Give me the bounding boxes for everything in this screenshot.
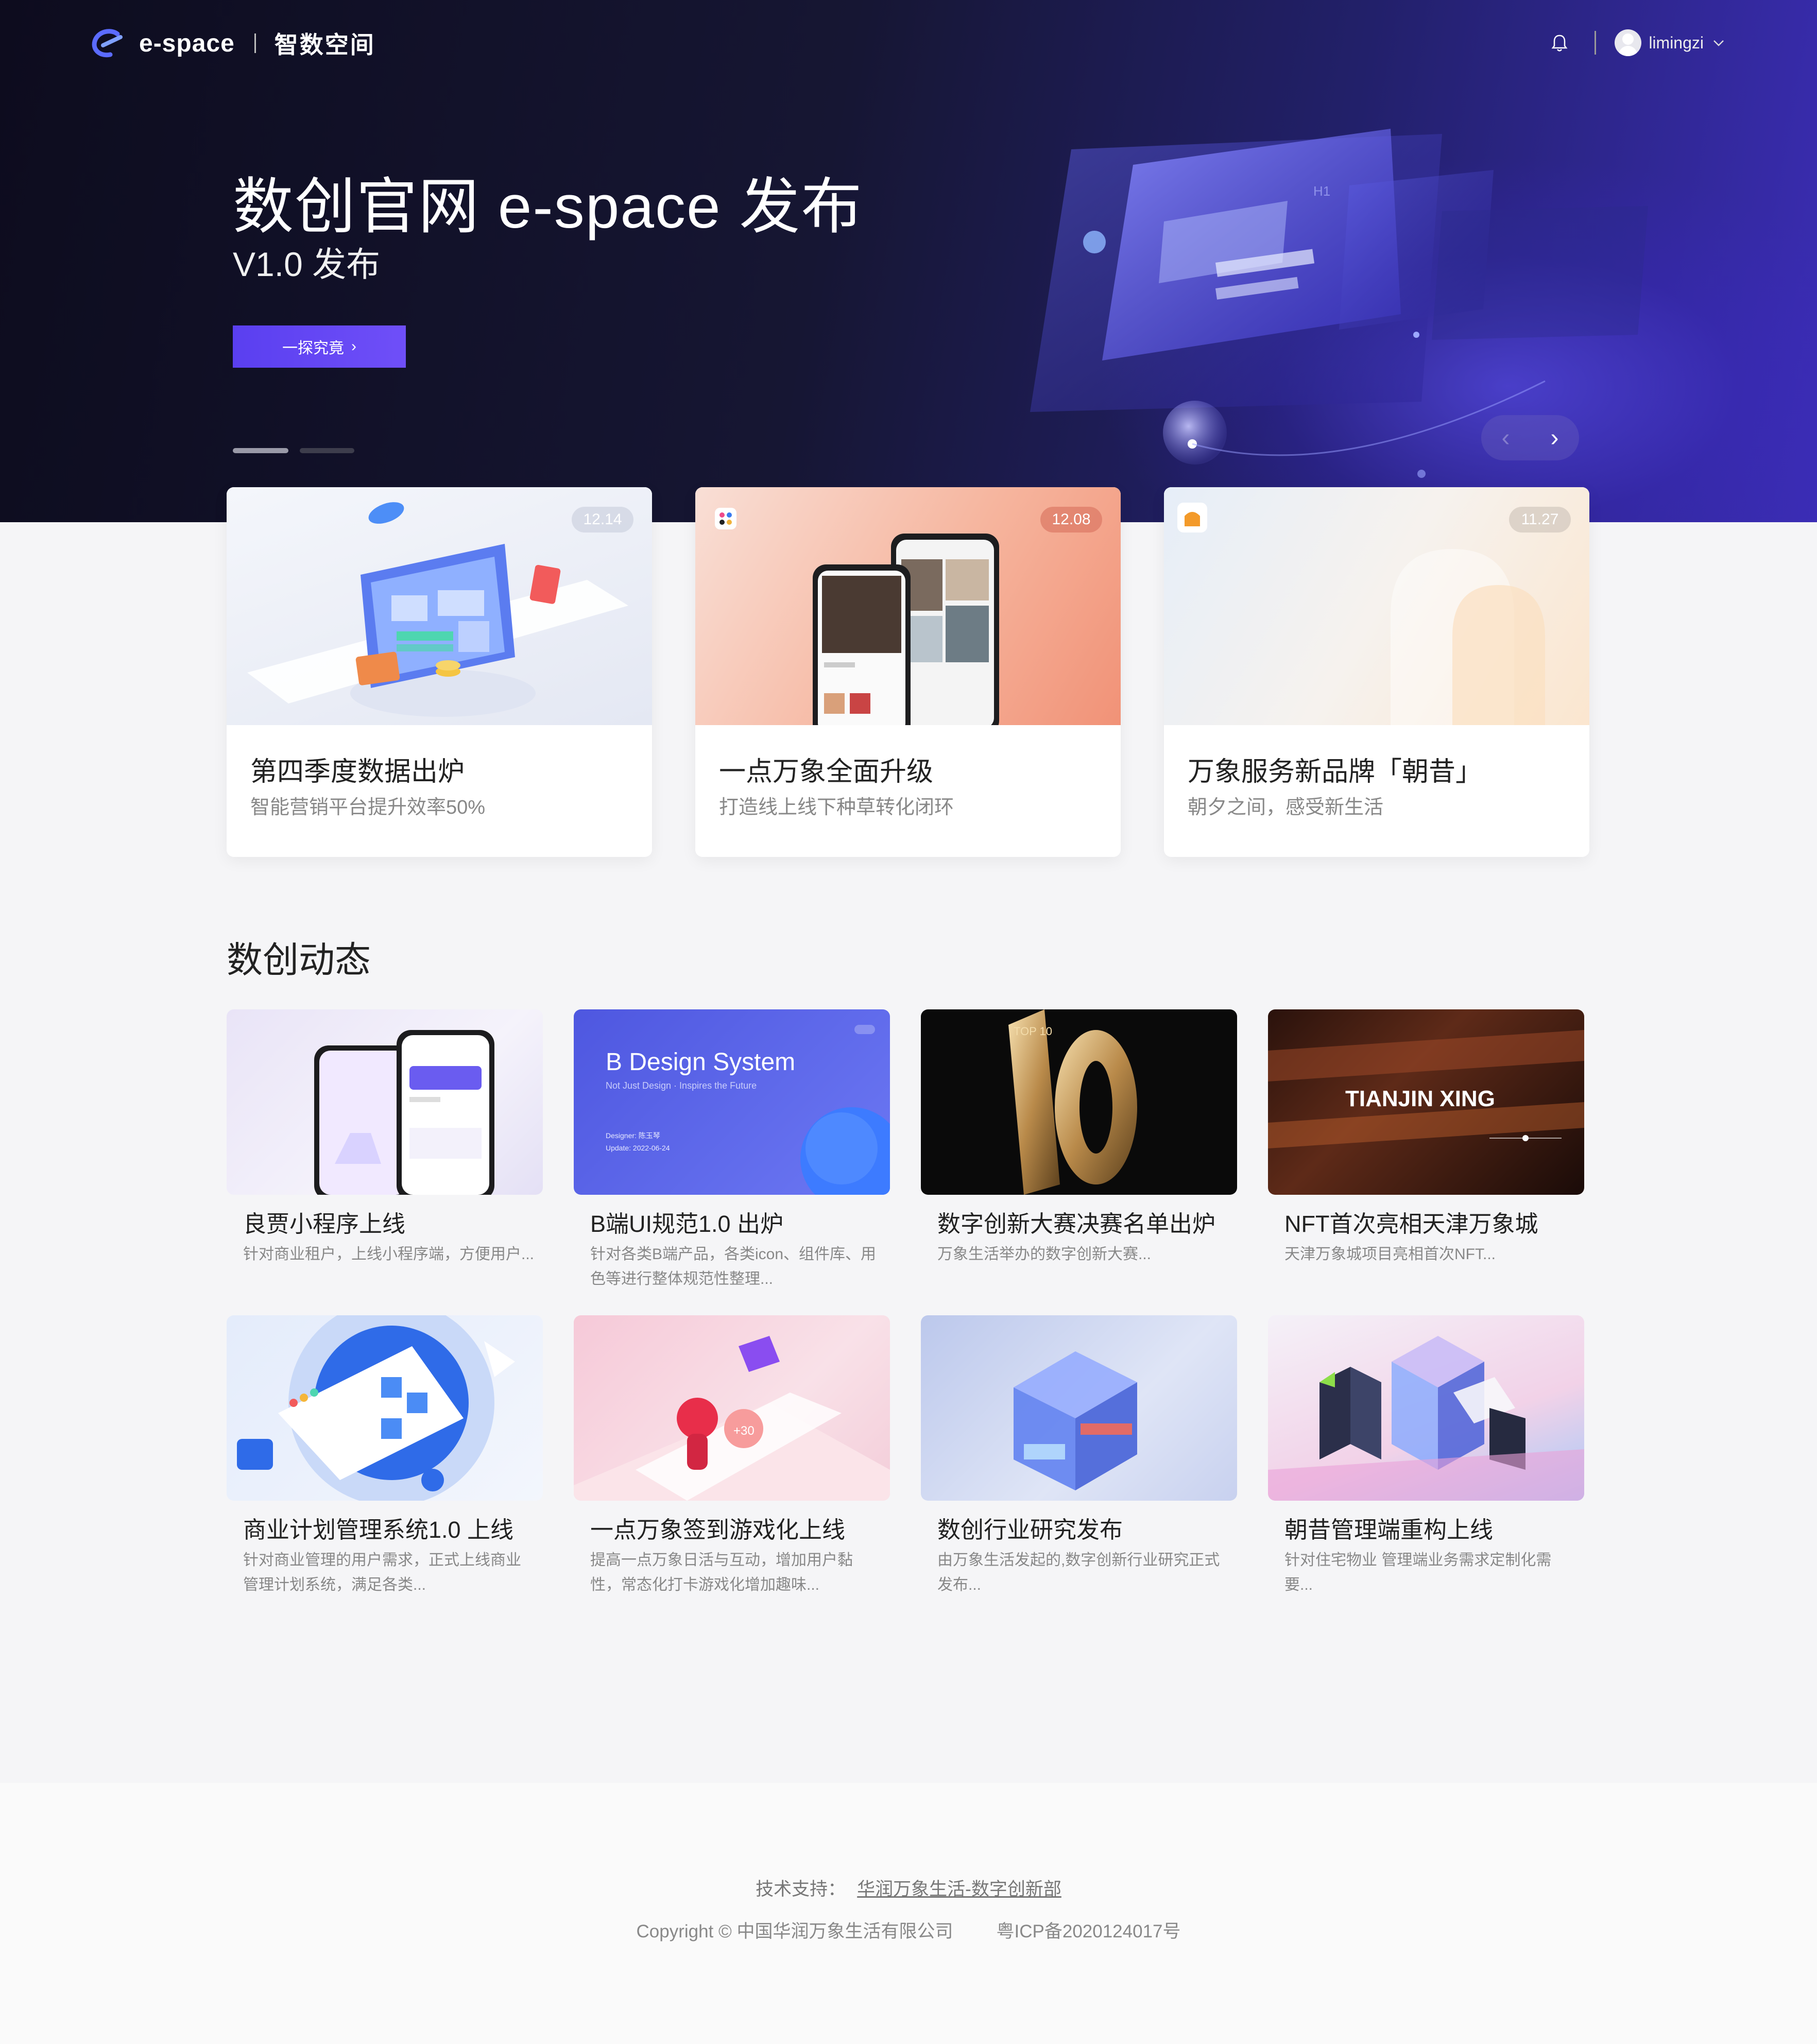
news-card[interactable]: B Design System Not Just Design · Inspir… — [574, 1009, 890, 1298]
hero-title: 数创官网 e-space 发布 — [233, 173, 863, 241]
business-plan-illustration — [237, 1315, 515, 1501]
username[interactable]: limingzi — [1649, 33, 1704, 53]
nav-divider — [1595, 31, 1597, 55]
chevron-down-icon[interactable] — [1711, 35, 1726, 50]
chevron-right-icon: › — [351, 338, 356, 355]
feature-title: 万象服务新品牌「朝昔」 — [1188, 757, 1483, 787]
news-title: B端UI规范1.0 出炉 — [590, 1211, 784, 1237]
chevron-right-icon[interactable]: › — [1530, 415, 1579, 460]
top10-illustration: TOP 10 — [1008, 1009, 1137, 1195]
news-title: 数创行业研究发布 — [937, 1517, 1123, 1543]
image-text: TIANJIN XING — [1345, 1086, 1495, 1111]
news-card[interactable]: 良贾小程序上线 针对商业租户，上线小程序端，方便用户... — [227, 1009, 543, 1298]
city-illustration: TIANJIN XING — [1268, 1030, 1584, 1148]
mini-program-illustration — [314, 1030, 494, 1195]
footer: 技术支持： 华润万象生活-数字创新部 Copyright © 中国华润万象生活有限… — [0, 1783, 1817, 2044]
avatar-icon[interactable] — [1615, 29, 1642, 56]
image-designer: Designer: 陈玉琴 — [606, 1131, 660, 1140]
explore-button-label: 一探究竟 — [282, 340, 344, 357]
feature-desc: 打造线上线下种草转化闭环 — [719, 797, 954, 818]
featured-cards: 12.14 第四季度数据出炉 智能营销平台提升效率50% 12.08 一点万象全… — [227, 487, 1589, 857]
brand-cn-name: 智数空间 — [274, 31, 375, 58]
hero-banner: H1 e-space 智数空间 limingzi 数创官网 e-space 发布 — [0, 0, 1817, 522]
top-navigation: e-space 智数空间 limingzi — [0, 0, 1817, 88]
news-desc: 由万象生活发起的,数字创新行业研究正式发布... — [937, 1552, 1220, 1593]
news-desc: 万象生活举办的数字创新大赛... — [937, 1246, 1152, 1263]
news-desc: 提高一点万象日活与互动，增加用户黏性，常态化打卡游戏化增加趣味... — [590, 1552, 853, 1593]
hero-illustration: H1 — [1030, 129, 1648, 478]
date-badge: 12.08 — [1040, 507, 1102, 533]
news-image — [227, 1009, 543, 1195]
news-image: +30 — [574, 1315, 890, 1501]
svg-text:H1: H1 — [1313, 183, 1330, 199]
explore-button[interactable]: 一探究竟 › — [233, 325, 406, 368]
copyright-line: Copyright © 中国华润万象生活有限公司 粤ICP备2020124017号 — [0, 1917, 1817, 1943]
news-desc: 天津万象城项目亮相首次NFT... — [1284, 1246, 1496, 1263]
news-title: 商业计划管理系统1.0 上线 — [243, 1517, 514, 1543]
feature-title: 第四季度数据出炉 — [250, 757, 465, 787]
support-label: 技术支持： — [756, 1879, 846, 1899]
feature-title: 一点万象全面升级 — [719, 757, 934, 787]
feature-desc: 智能营销平台提升效率50% — [250, 797, 486, 818]
carousel-controls: ‹ › — [1481, 415, 1579, 460]
cube-illustration — [1014, 1351, 1137, 1490]
news-desc: 针对住宅物业 管理端业务需求定制化需要... — [1284, 1552, 1552, 1593]
support-link[interactable]: 华润万象生活-数字创新部 — [857, 1879, 1061, 1899]
date-badge: 12.14 — [572, 507, 633, 533]
news-image: TOP 10 — [921, 1009, 1237, 1195]
feature-card[interactable]: 11.27 万象服务新品牌「朝昔」 朝夕之间，感受新生活 — [1164, 487, 1589, 857]
news-card[interactable]: 朝昔管理端重构上线 针对住宅物业 管理端业务需求定制化需要... — [1268, 1315, 1584, 1604]
feature-image: 12.08 — [695, 487, 1121, 725]
copyright-text: Copyright © 中国华润万象生活有限公司 — [636, 1921, 953, 1942]
news-title: NFT首次亮相天津万象城 — [1284, 1211, 1538, 1237]
bell-icon[interactable] — [1548, 31, 1571, 54]
logo-divider — [254, 33, 256, 53]
tech-support-line: 技术支持： 华润万象生活-数字创新部 — [0, 1875, 1817, 1901]
news-desc: 针对各类B端产品，各类icon、组件库、用色等进行整体规范性整理... — [590, 1246, 877, 1287]
date-badge: 11.27 — [1509, 507, 1571, 533]
carousel-indicators — [233, 448, 366, 453]
news-image: TIANJIN XING — [1268, 1009, 1584, 1195]
section-title: 数创动态 — [227, 940, 371, 980]
news-title: 数字创新大赛决赛名单出炉 — [937, 1211, 1216, 1237]
news-desc: 针对商业管理的用户需求，正式上线商业管理计划系统，满足各类... — [243, 1552, 521, 1593]
news-card[interactable]: TOP 10 数字创新大赛决赛名单出炉 万象生活举办的数字创新大赛... — [921, 1009, 1237, 1298]
image-title: B Design System — [606, 1049, 795, 1076]
news-card[interactable]: TIANJIN XING NFT首次亮相天津万象城 天津万象城项目亮相首次NFT… — [1268, 1009, 1584, 1298]
news-image — [921, 1315, 1237, 1501]
image-badge: +30 — [733, 1424, 755, 1438]
feature-image: 11.27 — [1164, 487, 1589, 725]
news-title: 朝昔管理端重构上线 — [1284, 1517, 1494, 1543]
feature-image: 12.14 — [227, 487, 652, 725]
carousel-dot-2[interactable] — [300, 448, 354, 453]
chevron-left-icon[interactable]: ‹ — [1481, 415, 1530, 460]
news-card[interactable]: +30 一点万象签到游戏化上线 提高一点万象日活与互动，增加用户黏性，常态化打卡… — [574, 1315, 890, 1604]
image-text: TOP 10 — [1014, 1025, 1052, 1038]
news-card[interactable]: 数创行业研究发布 由万象生活发起的,数字创新行业研究正式发布... — [921, 1315, 1237, 1604]
news-title: 良贾小程序上线 — [243, 1211, 406, 1237]
brand-logo[interactable]: e-space 智数空间 — [91, 28, 375, 59]
blocks-illustration — [1268, 1336, 1584, 1501]
feature-card[interactable]: 12.14 第四季度数据出炉 智能营销平台提升效率50% — [227, 487, 652, 857]
feature-card[interactable]: 12.08 一点万象全面升级 打造线上线下种草转化闭环 — [695, 487, 1121, 857]
news-title: 一点万象签到游戏化上线 — [590, 1517, 846, 1543]
news-card[interactable]: 商业计划管理系统1.0 上线 针对商业管理的用户需求，正式上线商业管理计划系统，… — [227, 1315, 543, 1604]
icp-link[interactable]: 粤ICP备2020124017号 — [997, 1921, 1181, 1942]
news-image: B Design System Not Just Design · Inspir… — [574, 1009, 890, 1195]
news-image — [1268, 1315, 1584, 1501]
news-desc: 针对商业租户，上线小程序端，方便用户... — [243, 1246, 535, 1263]
hero-subtitle: V1.0 发布 — [233, 245, 381, 283]
brand-name: e-space — [139, 29, 235, 57]
feature-desc: 朝夕之间，感受新生活 — [1188, 797, 1384, 818]
logo-mark-icon — [92, 29, 123, 58]
user-area: limingzi — [1548, 27, 1726, 59]
image-update: Update: 2022-06-24 — [606, 1144, 670, 1152]
design-system-illustration: B Design System Not Just Design · Inspir… — [606, 1025, 890, 1195]
image-tagline: Not Just Design · Inspires the Future — [606, 1080, 757, 1091]
checkin-game-illustration: +30 — [574, 1336, 890, 1501]
news-image — [227, 1315, 543, 1501]
carousel-dot-1[interactable] — [233, 448, 288, 453]
